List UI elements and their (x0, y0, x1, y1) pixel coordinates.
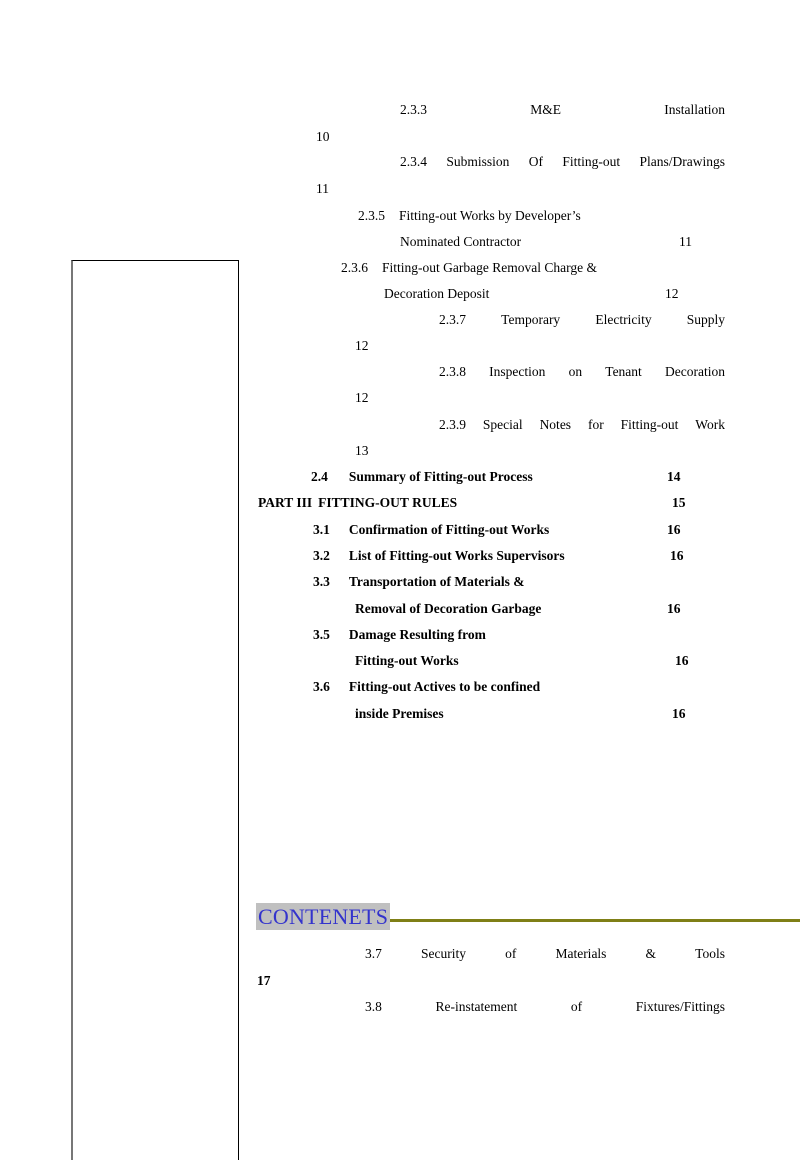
toc-entry-3-3[interactable]: 3.3 Transportation of Materials & (313, 575, 524, 589)
toc-entry-word: Inspection (489, 364, 546, 379)
toc-entry-word: for (587, 417, 604, 432)
toc-page-number-part-iii: 15 (672, 495, 686, 510)
toc-entry-title-continued: Nominated Contractor (400, 234, 522, 249)
toc-entry-word: Work (695, 417, 725, 432)
toc-entry-word: Tenant (605, 364, 642, 379)
toc-entry-3-5-cont: Fitting-out Works (355, 654, 459, 668)
toc-entry-number: 3.2 (313, 548, 330, 563)
toc-entry-3-6-cont: inside Premises (355, 707, 444, 721)
toc-entry-number: 3.7 (365, 946, 382, 961)
toc-entry-title-continued: Decoration Deposit (384, 286, 490, 301)
toc-entry-number: 3.8 (365, 999, 382, 1014)
toc-page-number-3-3: 16 (667, 601, 681, 616)
toc-entry-number: 3.5 (313, 627, 330, 642)
toc-entry-3-3-cont: Removal of Decoration Garbage (355, 602, 541, 616)
toc-page-number-2-3-4: 11 (316, 181, 329, 196)
toc-entry-2-3-7[interactable]: 2.3.7 Temporary Electricity Supply (439, 313, 725, 327)
toc-entry-word: Tools (695, 946, 725, 961)
toc-entry-2-3-5-cont: Nominated Contractor (400, 235, 521, 249)
toc-entry-word: Installation (664, 102, 725, 117)
toc-entry-title: Fitting-out Works by Developer’s (399, 208, 581, 223)
toc-entry-word: Security (420, 946, 466, 961)
toc-entry-3-5[interactable]: 3.5 Damage Resulting from (313, 628, 486, 642)
toc-entry-word: on (568, 364, 583, 379)
toc-page-number-2-3-5: 11 (679, 234, 692, 249)
toc-part-title: FITTING-OUT RULES (318, 495, 458, 510)
toc-entry-word: Fixtures/Fittings (635, 999, 725, 1014)
toc-entry-3-8[interactable]: 3.8 Re-instatement of Fixtures/Fittings (365, 1000, 725, 1014)
contents-heading-text: CONTENETS (256, 903, 391, 931)
toc-entry-title: Damage Resulting from (348, 627, 486, 642)
toc-entry-2-4[interactable]: 2.4 Summary of Fitting-out Process (311, 470, 533, 484)
toc-entry-title-continued: inside Premises (355, 706, 444, 721)
toc-entry-number: 2.3.5 (358, 208, 385, 223)
toc-entry-title-continued: Fitting-out Works (355, 653, 459, 668)
toc-entry-word: Fitting-out (562, 154, 621, 169)
toc-entry-2-3-6[interactable]: 2.3.6 Fitting-out Garbage Removal Charge… (341, 261, 597, 275)
contents-heading: CONTENETS (256, 903, 800, 931)
toc-entry-number: 2.3.6 (341, 260, 368, 275)
toc-entry-number: 3.1 (313, 522, 330, 537)
toc-entry-word: Submission (446, 154, 510, 169)
toc-entry-title: List of Fitting-out Works Supervisors (348, 548, 565, 563)
toc-entry-number: 2.3.8 (439, 364, 466, 379)
toc-entry-2-3-6-cont: Decoration Deposit (384, 287, 489, 301)
toc-entry-title: Summary of Fitting-out Process (348, 469, 533, 484)
toc-page-number-2-3-3: 10 (316, 129, 330, 144)
contents-heading-rule (390, 919, 800, 923)
toc-entry-number: 2.3.7 (439, 312, 466, 327)
toc-entry-3-6[interactable]: 3.6 Fitting-out Actives to be confined (313, 680, 540, 694)
toc-entry-title-continued: Removal of Decoration Garbage (355, 601, 542, 616)
toc-entry-word: Special (482, 417, 523, 432)
toc-entry-2-3-5[interactable]: 2.3.5 Fitting-out Works by Developer’s (358, 209, 581, 223)
toc-entry-word: Of (528, 154, 543, 169)
toc-entry-3-1[interactable]: 3.1 Confirmation of Fitting-out Works (313, 523, 549, 537)
toc-entry-3-2[interactable]: 3.2 List of Fitting-out Works Supervisor… (313, 549, 565, 563)
toc-entry-number: 3.3 (313, 574, 330, 589)
toc-page-number-3-6: 16 (672, 706, 686, 721)
toc-entry-number: 2.4 (311, 469, 328, 484)
toc-page-number-3-7: 17 (257, 973, 271, 988)
toc-page-number-2-3-8: 12 (355, 390, 369, 405)
toc-page-number-2-4: 14 (667, 469, 681, 484)
toc-entry-title: Fitting-out Actives to be confined (348, 679, 541, 694)
toc-entry-number: 2.3.9 (439, 417, 466, 432)
toc-entry-title: Transportation of Materials & (348, 574, 525, 589)
toc-entry-2-3-8[interactable]: 2.3.8 Inspection on Tenant Decoration (439, 365, 725, 379)
toc-entry-word: Supply (686, 312, 725, 327)
text-box-frame (71, 260, 239, 1160)
toc-page-number-2-3-9: 13 (355, 443, 369, 458)
toc-entry-number: 2.3.4 (400, 154, 427, 169)
toc-entry-number: 3.6 (313, 679, 330, 694)
toc-entry-title: Confirmation of Fitting-out Works (348, 522, 550, 537)
toc-entry-title: Fitting-out Garbage Removal Charge & (382, 260, 597, 275)
toc-entry-word: Temporary (501, 312, 561, 327)
toc-entry-2-3-3[interactable]: 2.3.3 M&E Installation (400, 103, 725, 117)
toc-entry-3-7[interactable]: 3.7 Security of Materials & Tools (365, 947, 725, 961)
toc-page-number-2-3-6: 12 (665, 286, 679, 301)
toc-page-number-3-2: 16 (670, 548, 684, 563)
toc-entry-word: Decoration (664, 364, 725, 379)
toc-entry-2-3-4[interactable]: 2.3.4 Submission Of Fitting-out Plans/Dr… (400, 155, 725, 169)
toc-part-number: PART III (258, 495, 313, 510)
toc-page-number-2-3-7: 12 (355, 338, 369, 353)
toc-entry-part-iii[interactable]: PART III FITTING-OUT RULES (258, 496, 457, 510)
toc-entry-word: of (570, 999, 583, 1014)
toc-entry-word: Plans/Drawings (639, 154, 725, 169)
toc-page-number-3-5: 16 (675, 653, 689, 668)
toc-entry-word: Electricity (595, 312, 652, 327)
toc-entry-word: Materials (555, 946, 607, 961)
toc-page-number-3-1: 16 (667, 522, 681, 537)
toc-entry-number: 2.3.3 (400, 102, 427, 117)
toc-entry-word: M&E (530, 102, 561, 117)
toc-entry-word: Fitting-out (620, 417, 679, 432)
toc-entry-word: Re-instatement (435, 999, 518, 1014)
toc-entry-word: of (505, 946, 517, 961)
toc-entry-word: Notes (539, 417, 572, 432)
toc-entry-word: & (645, 946, 657, 961)
toc-entry-2-3-9[interactable]: 2.3.9 Special Notes for Fitting-out Work (439, 418, 725, 432)
